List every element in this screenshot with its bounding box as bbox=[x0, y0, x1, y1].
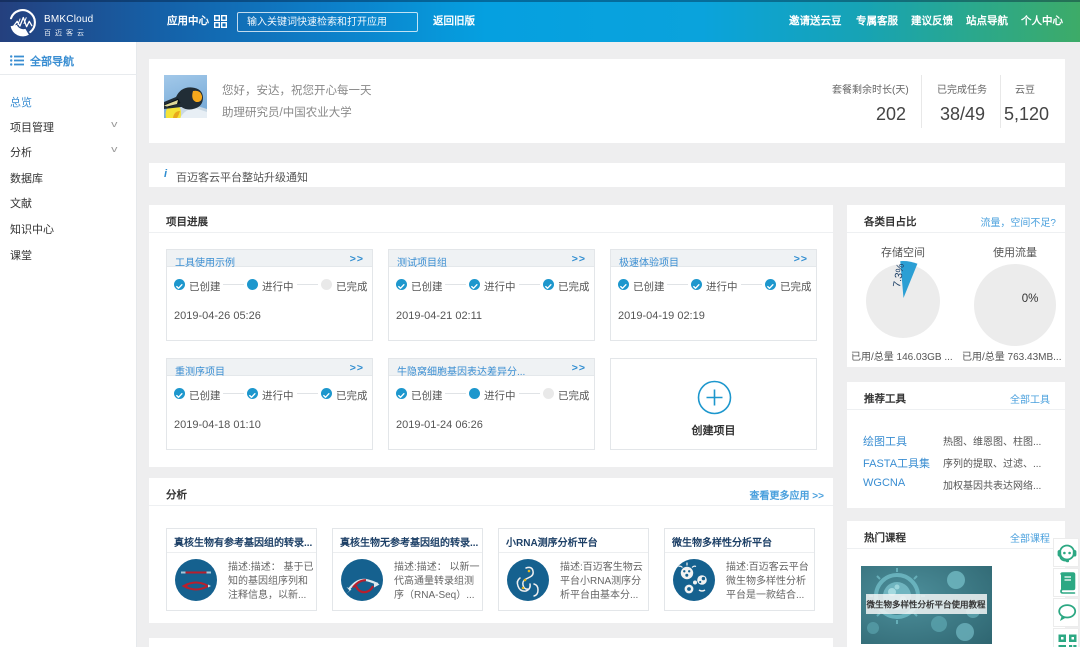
svg-text:微生物多样性分析平台使用教程: 微生物多样性分析平台使用教程 bbox=[865, 600, 986, 610]
svg-text:0%: 0% bbox=[1022, 293, 1039, 305]
